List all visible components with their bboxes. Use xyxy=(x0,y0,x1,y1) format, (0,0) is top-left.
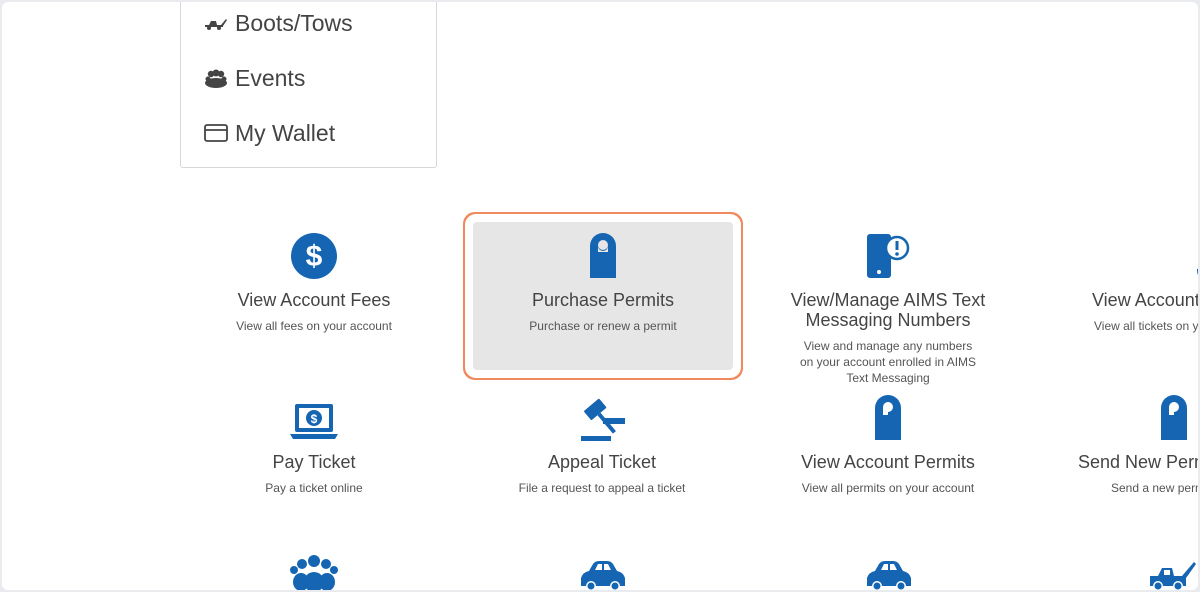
crowd-icon xyxy=(203,67,229,89)
tow-truck-icon xyxy=(1044,542,1198,590)
users-group-icon xyxy=(184,542,444,590)
tile-manage-aims-text-numbers[interactable]: View/Manage AIMS Text Messaging Numbers … xyxy=(758,228,1018,386)
car-icon xyxy=(758,542,1018,590)
tile-title: View Account Fees xyxy=(237,290,391,310)
tile-view-account-fees[interactable]: $ View Account Fees View all fees on you… xyxy=(184,228,444,334)
tile-description: Pay a ticket online xyxy=(265,481,363,495)
credit-card-icon xyxy=(203,122,229,144)
tile-title: Appeal Ticket xyxy=(547,452,657,472)
phone-alert-icon xyxy=(758,228,1018,280)
door-hanger-permit-icon xyxy=(473,228,733,280)
tile-title: View/Manage AIMS Text Messaging Numbers xyxy=(790,290,986,330)
tile-description: Send a new perm xyxy=(1111,481,1198,495)
tile-pay-ticket[interactable]: $ Pay Ticket Pay a ticket online xyxy=(184,390,444,496)
menu-item-label: Events xyxy=(235,64,306,91)
tile-tow[interactable] xyxy=(1044,542,1198,590)
car-icon xyxy=(472,542,732,590)
tile-view-account-tickets[interactable]: View Account View all tickets on yo xyxy=(1044,228,1198,334)
tile-vehicle-2[interactable] xyxy=(758,542,1018,590)
account-menu: Boots/Tows Events My Wallet xyxy=(180,2,437,168)
tile-description: View all tickets on yo xyxy=(1094,319,1198,333)
tile-description: View all permits on your account xyxy=(801,481,975,495)
tile-purchase-permits[interactable]: Purchase Permits Purchase or renew a per… xyxy=(473,222,733,370)
tile-title: Send New Perm xyxy=(1078,452,1198,472)
svg-text:$: $ xyxy=(311,412,318,426)
tile-send-new-permit[interactable]: Send New Perm Send a new perm xyxy=(1044,390,1198,496)
tile-users-group[interactable] xyxy=(184,542,444,590)
door-hanger-permit-icon xyxy=(1044,390,1198,442)
svg-text:$: $ xyxy=(306,240,323,273)
dollar-circle-icon: $ xyxy=(184,228,444,280)
tile-description: File a request to appeal a ticket xyxy=(518,481,686,495)
receipt-icon xyxy=(1044,228,1198,280)
menu-item-events[interactable]: Events xyxy=(203,58,305,98)
tile-title: View Account xyxy=(1092,290,1198,310)
tile-description: View all fees on your account xyxy=(236,319,392,333)
tile-view-account-permits[interactable]: View Account Permits View all permits on… xyxy=(758,390,1018,496)
tile-description: View and manage any numbers on your acco… xyxy=(799,339,977,385)
tile-vehicle-1[interactable] xyxy=(472,542,732,590)
laptop-dollar-icon: $ xyxy=(184,390,444,442)
app-frame: Boots/Tows Events My Wallet $ View Accou… xyxy=(2,2,1198,590)
tow-truck-icon xyxy=(203,12,229,34)
tile-title: View Account Permits xyxy=(801,452,975,472)
menu-item-boots-tows[interactable]: Boots/Tows xyxy=(203,3,353,43)
gavel-icon xyxy=(472,390,732,442)
tile-appeal-ticket[interactable]: Appeal Ticket File a request to appeal a… xyxy=(472,390,732,496)
menu-item-my-wallet[interactable]: My Wallet xyxy=(203,113,335,153)
tile-title: Purchase Permits xyxy=(531,290,675,310)
menu-item-label: My Wallet xyxy=(235,119,336,146)
tile-title: Pay Ticket xyxy=(272,452,356,472)
tile-description: Purchase or renew a permit xyxy=(529,319,677,333)
menu-item-label: Boots/Tows xyxy=(235,9,353,36)
door-hanger-permit-icon xyxy=(758,390,1018,442)
